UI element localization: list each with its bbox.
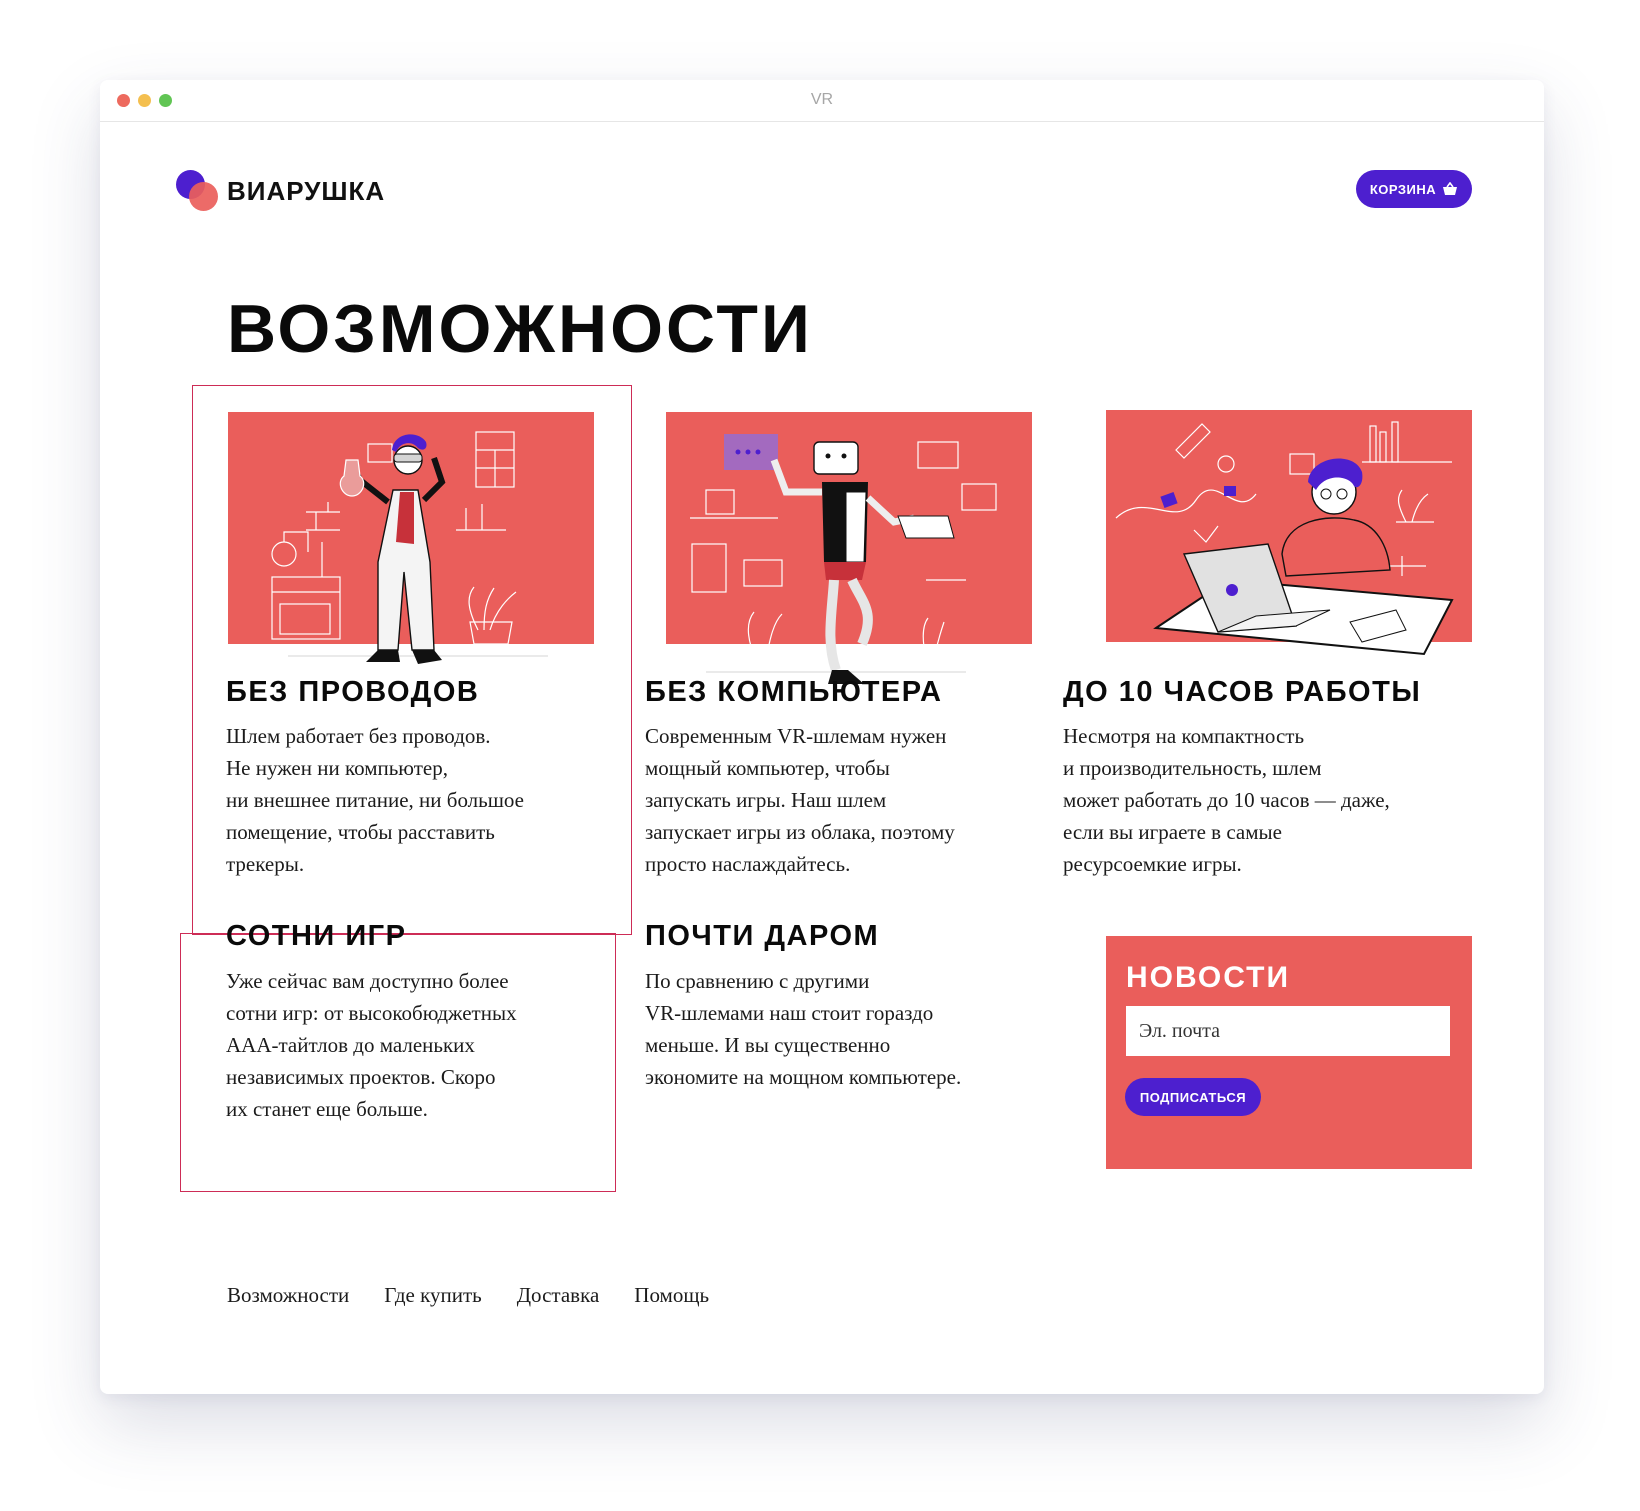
feature-text: Современным VR-шлемам нужен мощный компь… xyxy=(645,724,955,876)
logo-circle-coral xyxy=(189,182,218,211)
logo-text: ВИАРУШКА xyxy=(227,176,386,206)
feature-title: ДО 10 ЧАСОВ РАБОТЫ xyxy=(1063,676,1422,708)
newsletter-title: НОВОСТИ xyxy=(1126,961,1291,994)
feature-title: БЕЗ КОМПЬЮТЕРА xyxy=(645,676,943,708)
footer-link-help[interactable]: Помощь xyxy=(634,1283,709,1308)
email-field[interactable] xyxy=(1126,1006,1450,1056)
footer-nav: Возможности Где купить Доставка Помощь xyxy=(227,1283,709,1308)
laptop-illustration xyxy=(1106,410,1472,656)
newsletter-box: НОВОСТИ ПОДПИСАТЬСЯ xyxy=(1106,936,1472,1169)
feature-title: ПОЧТИ ДАРОМ xyxy=(645,920,880,952)
basket-icon xyxy=(1443,182,1458,195)
window-title: VR xyxy=(810,91,834,108)
title-bar: VR xyxy=(100,80,1544,122)
feature-title: БЕЗ ПРОВОДОВ xyxy=(226,676,480,708)
cart-button[interactable]: КОРЗИНА xyxy=(1356,170,1472,208)
feature-text: По сравнению с другими VR-шлемами наш ст… xyxy=(645,969,962,1089)
footer-link-delivery[interactable]: Доставка xyxy=(517,1283,600,1308)
feature-text: Шлем работает без проводов. Не нужен ни … xyxy=(226,724,524,876)
robot-illustration xyxy=(666,412,1032,684)
feature-text: Уже сейчас вам доступно более сотни игр:… xyxy=(226,969,517,1121)
cart-label: КОРЗИНА xyxy=(1369,181,1437,197)
feature-text: Несмотря на компактность и производитель… xyxy=(1063,724,1390,876)
page-title: ВОЗМОЖНОСТИ xyxy=(227,291,813,367)
feature-title: СОТНИ ИГР xyxy=(226,920,407,952)
scientist-illustration xyxy=(228,412,594,664)
subscribe-button[interactable]: ПОДПИСАТЬСЯ xyxy=(1125,1078,1261,1116)
browser-window: VR ВИАРУШКА КОРЗИНА ВОЗМОЖНОСТИ БЕЗ ПРОВ… xyxy=(100,80,1544,1394)
footer-link-features[interactable]: Возможности xyxy=(227,1283,349,1308)
footer-link-where-to-buy[interactable]: Где купить xyxy=(384,1283,481,1308)
